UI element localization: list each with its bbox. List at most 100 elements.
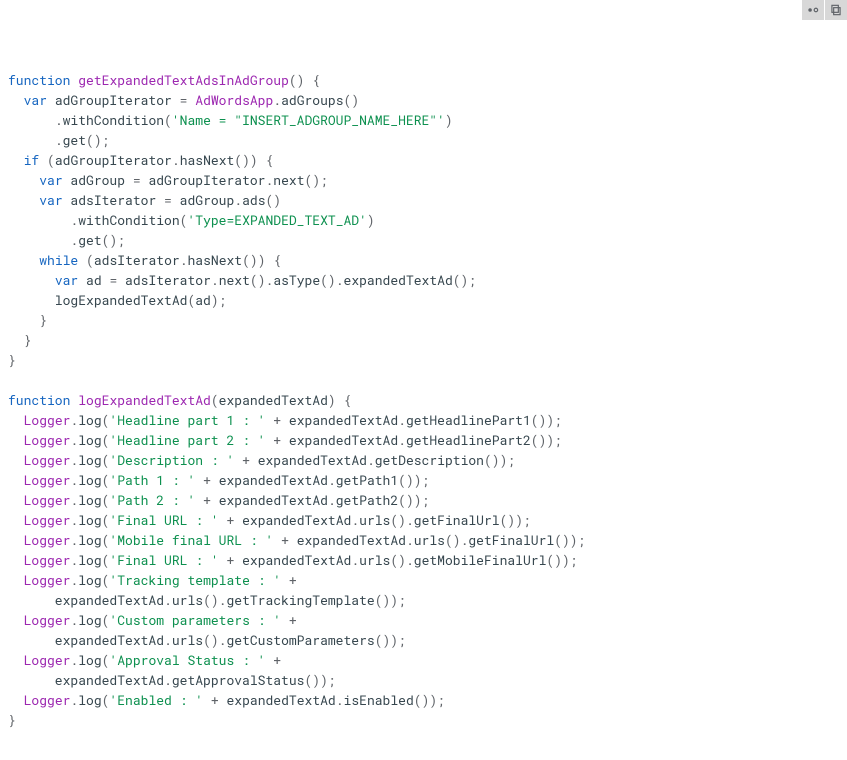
token-kw: while bbox=[39, 251, 78, 269]
token-type: Logger bbox=[24, 531, 71, 549]
token-punc: (). bbox=[390, 551, 413, 569]
token-kw: if bbox=[24, 151, 40, 169]
code-line: } bbox=[8, 330, 839, 350]
code-line: .get(); bbox=[8, 230, 839, 250]
code-lines: function getExpandedTextAdsInAdGroup() {… bbox=[8, 70, 839, 730]
token-type: Logger bbox=[24, 691, 71, 709]
token-punc: (); bbox=[86, 131, 109, 149]
token-str: 'Description : ' bbox=[109, 451, 234, 469]
token-punc: . bbox=[328, 471, 336, 489]
token-plain: adsIterator bbox=[94, 251, 180, 269]
token-plain: expandedTextAd bbox=[211, 471, 328, 489]
code-line: expandedTextAd.urls().getTrackingTemplat… bbox=[8, 590, 839, 610]
token-punc: = bbox=[164, 191, 172, 209]
code-line: .withCondition('Type=EXPANDED_TEXT_AD') bbox=[8, 210, 839, 230]
token-plain: withCondition bbox=[78, 211, 179, 229]
theme-icon bbox=[806, 3, 820, 17]
token-type: Logger bbox=[24, 471, 71, 489]
token-punc: ( bbox=[47, 151, 55, 169]
token-plain: log bbox=[78, 471, 101, 489]
token-str: 'Final URL : ' bbox=[109, 551, 218, 569]
token-punc: . bbox=[351, 511, 359, 529]
token-plain bbox=[8, 691, 24, 709]
code-toolbar bbox=[802, 0, 847, 20]
token-plain: log bbox=[78, 431, 101, 449]
token-plain bbox=[8, 511, 24, 529]
token-punc: ); bbox=[211, 291, 227, 309]
token-plain: adsIterator bbox=[63, 191, 164, 209]
token-kw: function bbox=[8, 391, 70, 409]
code-line bbox=[8, 370, 839, 390]
code-line: function getExpandedTextAdsInAdGroup() { bbox=[8, 70, 839, 90]
token-type: Logger bbox=[24, 411, 71, 429]
token-plain bbox=[8, 551, 24, 569]
token-plain: expandedTextAd bbox=[219, 691, 336, 709]
code-line: var ad = adsIterator.next().asType().exp… bbox=[8, 270, 839, 290]
token-plain: ad bbox=[78, 271, 109, 289]
code-line: if (adGroupIterator.hasNext()) { bbox=[8, 150, 839, 170]
token-plain: get bbox=[63, 131, 86, 149]
token-punc: = bbox=[133, 171, 141, 189]
token-plain bbox=[273, 531, 281, 549]
token-plain bbox=[8, 271, 55, 289]
theme-toggle-button[interactable] bbox=[802, 0, 824, 20]
code-line: var adGroup = adGroupIterator.next(); bbox=[8, 170, 839, 190]
code-line: Logger.log('Headline part 1 : ' + expand… bbox=[8, 410, 839, 430]
token-str: 'Custom parameters : ' bbox=[109, 611, 281, 629]
token-type: Logger bbox=[24, 511, 71, 529]
token-punc: { bbox=[312, 71, 320, 89]
token-type: Logger bbox=[24, 431, 71, 449]
token-punc: . bbox=[406, 531, 414, 549]
token-plain bbox=[8, 251, 39, 269]
token-plain: log bbox=[78, 411, 101, 429]
token-plain bbox=[281, 611, 289, 629]
token-punc: ()) bbox=[234, 151, 257, 169]
token-plain: adGroup bbox=[63, 171, 133, 189]
token-punc: + bbox=[273, 411, 281, 429]
token-plain: log bbox=[78, 551, 101, 569]
token-plain bbox=[8, 191, 39, 209]
code-line: .withCondition('Name = "INSERT_ADGROUP_N… bbox=[8, 110, 839, 130]
token-type: Logger bbox=[24, 491, 71, 509]
token-plain: adGroupIterator bbox=[47, 91, 180, 109]
token-punc: (). bbox=[250, 271, 273, 289]
token-punc: + bbox=[289, 611, 297, 629]
token-str: 'Approval Status : ' bbox=[109, 651, 265, 669]
token-punc: ()); bbox=[531, 431, 562, 449]
token-plain: urls bbox=[414, 531, 445, 549]
token-str: 'Mobile final URL : ' bbox=[109, 531, 273, 549]
token-plain: log bbox=[78, 651, 101, 669]
token-plain bbox=[8, 651, 24, 669]
token-plain bbox=[8, 131, 55, 149]
token-plain bbox=[8, 531, 24, 549]
token-punc: ( bbox=[164, 111, 172, 129]
token-kw: var bbox=[39, 191, 62, 209]
token-punc: + bbox=[273, 431, 281, 449]
token-plain: hasNext bbox=[180, 151, 235, 169]
token-plain: expandedTextAd bbox=[8, 631, 164, 649]
token-kw: var bbox=[24, 91, 47, 109]
token-plain: getApprovalStatus bbox=[172, 671, 305, 689]
token-punc: . bbox=[336, 691, 344, 709]
token-type: Logger bbox=[24, 611, 71, 629]
code-line: } bbox=[8, 710, 839, 730]
copy-button[interactable] bbox=[825, 0, 847, 20]
token-punc: + bbox=[211, 691, 219, 709]
token-plain bbox=[234, 451, 242, 469]
token-plain bbox=[8, 231, 70, 249]
token-punc: + bbox=[203, 491, 211, 509]
token-plain: expandedTextAd bbox=[8, 671, 164, 689]
token-fn: getExpandedTextAdsInAdGroup bbox=[78, 71, 289, 89]
token-plain: expandedTextAd bbox=[219, 391, 328, 409]
token-plain: adGroup bbox=[172, 191, 234, 209]
token-plain: urls bbox=[359, 511, 390, 529]
token-punc: (); bbox=[453, 271, 476, 289]
token-plain: expandedTextAd bbox=[289, 531, 406, 549]
token-type: Logger bbox=[24, 551, 71, 569]
token-punc: ()); bbox=[500, 511, 531, 529]
token-plain: next bbox=[219, 271, 250, 289]
token-punc: ) bbox=[328, 391, 336, 409]
token-plain bbox=[8, 331, 24, 349]
token-punc: + bbox=[203, 471, 211, 489]
token-fn: logExpandedTextAd bbox=[78, 391, 211, 409]
